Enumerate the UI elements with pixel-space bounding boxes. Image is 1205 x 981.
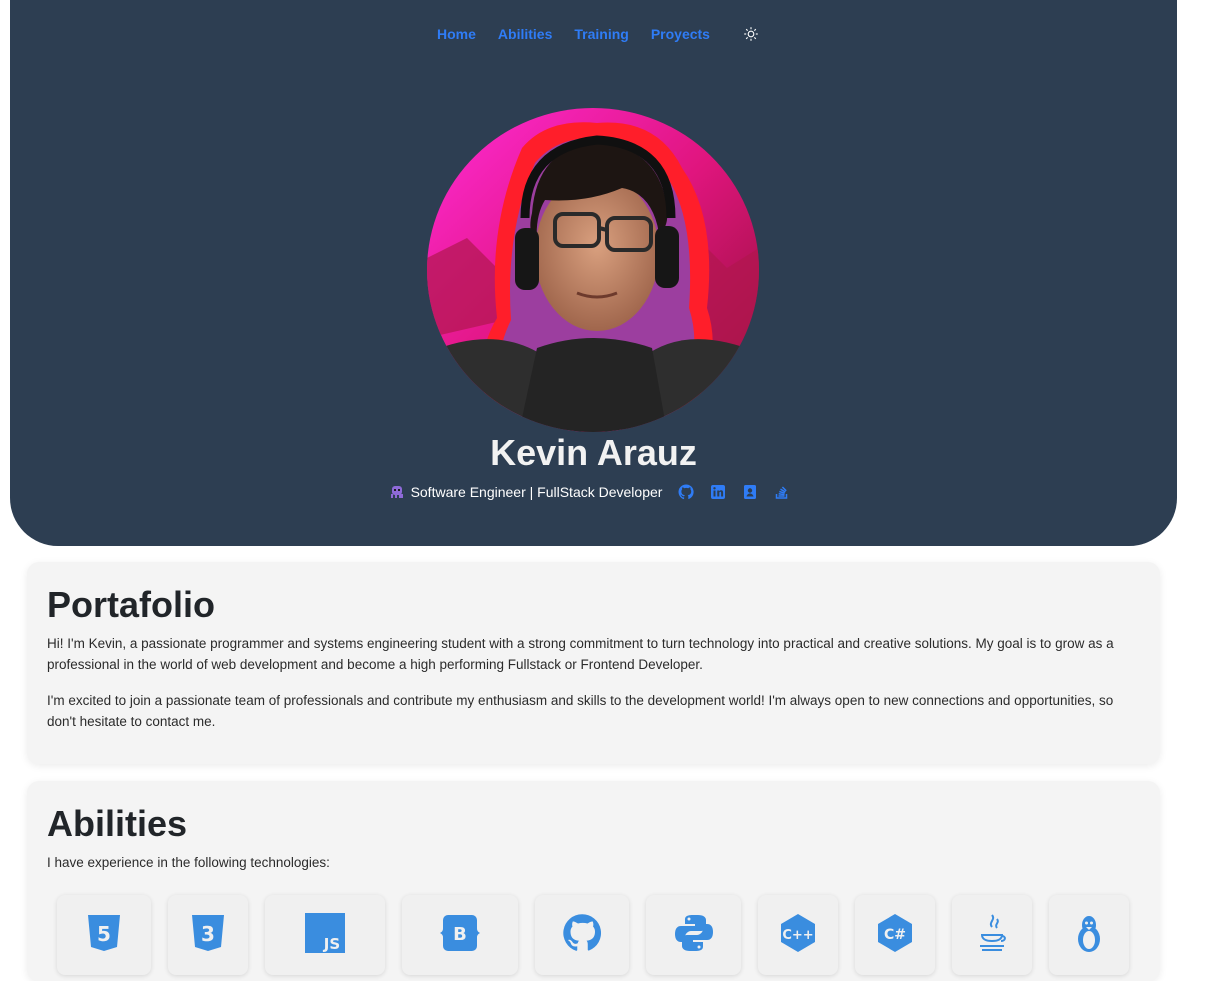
svg-text:B: B bbox=[453, 924, 467, 945]
nav-home-link[interactable]: Home bbox=[426, 26, 487, 42]
top-nav: Home Abilities Training Proyects bbox=[10, 24, 1177, 44]
tagline-text: Software Engineer | FullStack Developer bbox=[410, 484, 663, 500]
profile-avatar bbox=[427, 108, 759, 432]
portfolio-paragraph-2: I'm excited to join a passionate team of… bbox=[47, 693, 1114, 729]
abilities-subtitle: I have experience in the following techn… bbox=[47, 855, 330, 870]
skill-card-javascript: JS bbox=[265, 895, 385, 975]
linux-icon bbox=[1078, 916, 1100, 952]
skill-card-java bbox=[952, 895, 1032, 975]
hero-header: Home Abilities Training Proyects Kevin A… bbox=[10, 0, 1177, 546]
github-icon[interactable] bbox=[678, 484, 695, 500]
skill-card-github bbox=[535, 895, 629, 975]
skill-card-css3: 3 bbox=[168, 895, 248, 975]
portfolio-section: Portafolio Hi! I'm Kevin, a passionate p… bbox=[27, 562, 1160, 764]
svg-text:C++: C++ bbox=[782, 928, 813, 943]
skill-card-bootstrap: B bbox=[402, 895, 518, 975]
abilities-title: Abilities bbox=[47, 803, 188, 844]
nav-proyects-link[interactable]: Proyects bbox=[640, 26, 721, 42]
svg-text:3: 3 bbox=[201, 922, 215, 946]
portfolio-paragraph-1: Hi! I'm Kevin, a passionate programmer a… bbox=[47, 636, 1114, 672]
portfolio-title: Portafolio bbox=[47, 584, 215, 625]
svg-text:JS: JS bbox=[323, 935, 340, 953]
skills-grid: 5 3 JS B C++ C# bbox=[57, 895, 1129, 975]
github-icon bbox=[563, 914, 602, 951]
profile-name: Kevin Arauz bbox=[490, 432, 697, 473]
csharp-icon: C# bbox=[878, 914, 912, 952]
html5-icon: 5 bbox=[88, 915, 120, 951]
alien-monster-icon bbox=[389, 484, 405, 500]
cplusplus-icon: C++ bbox=[781, 914, 815, 952]
sun-icon[interactable] bbox=[741, 24, 761, 44]
python-icon bbox=[674, 915, 713, 951]
skill-card-linux bbox=[1049, 895, 1129, 975]
skill-card-csharp: C# bbox=[855, 895, 935, 975]
social-links bbox=[670, 484, 798, 500]
nav-abilities-link[interactable]: Abilities bbox=[487, 26, 563, 42]
linkedin-icon[interactable] bbox=[710, 484, 726, 500]
svg-text:C#: C# bbox=[884, 927, 906, 943]
bootstrap-icon: B bbox=[440, 915, 480, 951]
portfolio-contact-icon[interactable] bbox=[742, 484, 758, 500]
java-icon bbox=[980, 914, 1006, 951]
stackoverflow-icon[interactable] bbox=[774, 484, 790, 500]
svg-text:5: 5 bbox=[97, 922, 111, 946]
abilities-section: Abilities I have experience in the follo… bbox=[27, 781, 1160, 981]
skill-card-python bbox=[646, 895, 741, 975]
nav-training-link[interactable]: Training bbox=[563, 26, 639, 42]
javascript-icon: JS bbox=[305, 913, 345, 953]
skill-card-html5: 5 bbox=[57, 895, 151, 975]
css3-icon: 3 bbox=[192, 915, 224, 951]
profile-tagline: Software Engineer | FullStack Developer bbox=[10, 484, 1177, 500]
skill-card-cplusplus: C++ bbox=[758, 895, 838, 975]
